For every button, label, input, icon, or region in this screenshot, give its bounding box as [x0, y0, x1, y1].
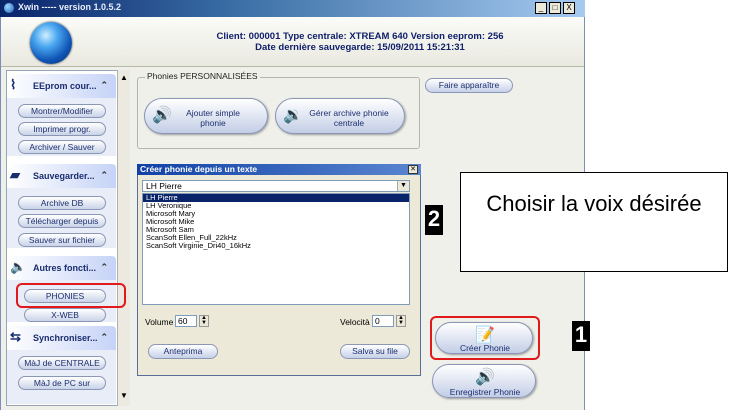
- velocity-label: Velocità: [340, 317, 370, 327]
- sidebar-group-sauvegarder[interactable]: ▰ Sauvegarder... ⌃: [7, 164, 116, 188]
- sidebar-item-imprimer[interactable]: Imprimer progr.: [18, 122, 106, 136]
- add-phonie-button[interactable]: 🔊 Ajouter simple phonie: [144, 98, 268, 134]
- show-button[interactable]: Faire apparaître: [425, 78, 513, 93]
- collapse-chevron-icon[interactable]: ⌃: [100, 262, 108, 273]
- close-button[interactable]: X: [563, 2, 575, 14]
- title-bar[interactable]: Xwin ----- version 1.0.5.2 _ □ X: [0, 0, 585, 17]
- sidebar-group-synchroniser[interactable]: ⇆ Synchroniser... ⌃: [7, 326, 116, 350]
- maximize-button[interactable]: □: [549, 2, 561, 14]
- chip-icon: ⌇: [10, 77, 17, 92]
- minimize-button[interactable]: _: [535, 2, 547, 14]
- voice-option[interactable]: ScanSoft Virginie_Dri40_16kHz: [143, 242, 409, 250]
- sidebar-group-label: Synchroniser...: [33, 333, 98, 343]
- sidebar-group-label: EEprom cour...: [33, 81, 97, 91]
- sidebar-item-montrer[interactable]: Montrer/Modifier: [18, 104, 106, 118]
- preview-button[interactable]: Anteprima: [148, 344, 218, 359]
- speaker-icon: 🔊: [475, 369, 495, 386]
- save-icon: ▰: [10, 167, 20, 182]
- client-info-line2: Date dernière sauvegarde: 15/09/2011 15:…: [255, 42, 465, 53]
- sidebar-group-autres[interactable]: 🔈 Autres foncti... ⌃: [7, 256, 116, 280]
- velocity-input[interactable]: 0: [372, 315, 394, 327]
- sidebar-item-archiver[interactable]: Archiver / Sauver: [18, 140, 106, 154]
- chevron-down-icon[interactable]: ▼: [397, 181, 409, 191]
- sidebar-scrollbar[interactable]: ▲ ▼: [117, 70, 130, 406]
- annotation-callout: Choisir la voix désirée: [460, 172, 728, 272]
- voice-select[interactable]: LH Pierre: [142, 180, 410, 192]
- sidebar-item-archive-db[interactable]: Archive DB: [18, 196, 106, 210]
- highlight-phonies: [16, 283, 126, 308]
- sidebar-item-sauver-fichier[interactable]: Sauver sur fichier: [18, 233, 106, 247]
- collapse-chevron-icon[interactable]: ⌃: [100, 332, 108, 343]
- volume-label: Volume: [145, 317, 174, 327]
- sidebar-item-maj-pc[interactable]: MàJ de PC sur: [18, 376, 106, 390]
- sidebar-group-eeprom[interactable]: ⌇ EEprom cour... ⌃: [7, 74, 116, 98]
- manage-archive-button[interactable]: 🔉 Gérer archive phonie centrale: [275, 98, 405, 134]
- collapse-chevron-icon[interactable]: ⌃: [100, 170, 108, 181]
- window-title: Xwin ----- version 1.0.5.2: [18, 2, 122, 12]
- highlight-create: [430, 316, 540, 360]
- save-file-button[interactable]: Salva su file: [340, 344, 410, 359]
- sidebar-group-label: Sauvegarder...: [33, 171, 95, 181]
- scroll-up-icon[interactable]: ▲: [118, 72, 130, 84]
- dialog-title: Créer phonie depuis un texte: [137, 164, 421, 175]
- sidebar-item-xweb[interactable]: X-WEB: [24, 308, 106, 322]
- globe-logo: [30, 22, 72, 64]
- annotation-badge-2: 2: [425, 205, 443, 235]
- dialog-close-icon[interactable]: ✕: [408, 165, 418, 174]
- sidebar-group-label: Autres foncti...: [33, 263, 97, 273]
- voice-list[interactable]: LH Pierre LH Veronique Microsoft Mary Mi…: [142, 193, 410, 305]
- scroll-down-icon[interactable]: ▼: [118, 390, 130, 402]
- collapse-chevron-icon[interactable]: ⌃: [100, 80, 108, 91]
- app-icon: [4, 3, 14, 13]
- record-phonie-button[interactable]: 🔊 Enregistrer Phonie: [432, 364, 536, 398]
- volume-spinner-icon[interactable]: ▲ ▼: [199, 315, 209, 327]
- record-phonie-label: Enregistrer Phonie: [449, 387, 521, 397]
- manage-archive-label: Gérer archive phonie centrale: [309, 108, 389, 128]
- speaker-icon: 🔈: [10, 259, 27, 274]
- velocity-spinner-icon[interactable]: ▲ ▼: [396, 315, 406, 327]
- annotation-badge-1: 1: [572, 321, 590, 351]
- phonies-legend: Phonies PERSONNALISÉES: [145, 71, 260, 81]
- sidebar-item-telecharger[interactable]: Télécharger depuis: [18, 214, 106, 228]
- speaker-add-icon: 🔊: [152, 107, 172, 124]
- client-info: Client: 000001 Type centrale: XTREAM 640…: [150, 31, 570, 53]
- speaker-archive-icon: 🔉: [283, 107, 303, 124]
- add-phonie-label: Ajouter simple phonie: [186, 108, 240, 128]
- sync-icon: ⇆: [10, 329, 21, 344]
- sidebar-item-maj-centrale[interactable]: MàJ de CENTRALE: [18, 356, 106, 370]
- volume-input[interactable]: 60: [175, 315, 197, 327]
- client-info-line1: Client: 000001 Type centrale: XTREAM 640…: [216, 31, 504, 42]
